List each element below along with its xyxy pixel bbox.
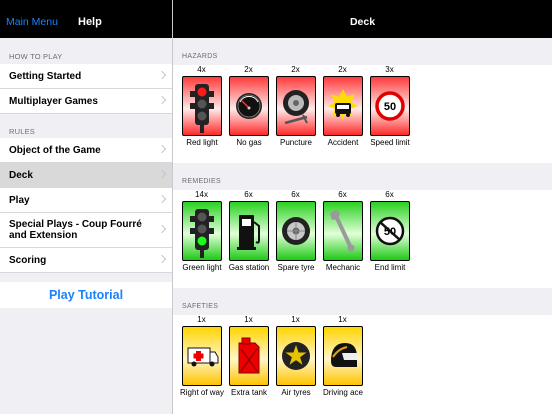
play-tutorial-button[interactable]: Play Tutorial [0, 282, 172, 308]
traffic-light-red-icon [182, 76, 222, 136]
card-name: Driving ace [322, 388, 363, 397]
card-green-light: 14x Green light [178, 190, 225, 288]
card-count: 6x [244, 190, 253, 199]
section-hazards: HAZARDS [173, 38, 552, 65]
chevron-right-icon [157, 95, 167, 105]
chevron-right-icon [157, 194, 167, 204]
card-count: 14x [195, 190, 208, 199]
punctured-tyre-icon [276, 76, 316, 136]
card-name: Speed limit [370, 138, 410, 147]
racing-helmet-icon [323, 326, 363, 386]
remedy-cards: 14x Green light 6x Gas station 6x Spare … [173, 190, 552, 288]
sidebar-title: Help [78, 16, 102, 28]
section-header-hazards: HAZARDS [182, 53, 218, 60]
sidebar-item-special-plays[interactable]: Special Plays - Coup Fourré and Extensio… [0, 213, 172, 248]
section-header-rules: RULES [9, 127, 36, 136]
safety-cards: 1x Right of way 1x Extra tank 1x Air tyr… [173, 315, 552, 413]
sidebar-item-label: Play [9, 194, 30, 206]
section-header-remedies: REMEDIES [182, 178, 221, 185]
sidebar-item-multiplayer-games[interactable]: Multiplayer Games [0, 89, 172, 114]
card-name: End limit [374, 263, 406, 272]
jerry-can-icon [229, 326, 269, 386]
wrench-icon [323, 201, 363, 261]
svg-text:50: 50 [384, 101, 396, 113]
card-count: 1x [338, 315, 347, 324]
card-driving-ace: 1x Driving ace [319, 315, 366, 413]
card-extra-tank: 1x Extra tank [225, 315, 272, 413]
fuel-gauge-empty-icon [229, 76, 269, 136]
card-count: 3x [385, 65, 394, 74]
card-count: 1x [291, 315, 300, 324]
sidebar-item-label: Multiplayer Games [9, 95, 98, 107]
traffic-light-green-icon [182, 201, 222, 261]
sidebar-item-object-of-the-game[interactable]: Object of the Game [0, 138, 172, 163]
sidebar-item-scoring[interactable]: Scoring [0, 248, 172, 273]
card-no-gas: 2x No gas [225, 65, 272, 163]
main-menu-button[interactable]: Main Menu [6, 0, 58, 38]
speed-limit-50-icon: 50 [370, 76, 410, 136]
sidebar-item-label: Special Plays - Coup Fourré and Extensio… [9, 219, 142, 241]
fuel-pump-icon [229, 201, 269, 261]
card-count: 2x [338, 65, 347, 74]
ambulance-icon [182, 326, 222, 386]
section-remedies: REMEDIES [173, 163, 552, 190]
hazard-cards: 4x Red light 2x No gas 2x Puncture 2x Ac… [173, 65, 552, 163]
card-count: 1x [197, 315, 206, 324]
section-safeties: SAFETIES [173, 288, 552, 315]
card-red-light: 4x Red light [178, 65, 225, 163]
star-tyre-icon [276, 326, 316, 386]
spare-tyre-icon [276, 201, 316, 261]
main-panel: Deck HAZARDS 4x Red light 2x No gas 2x P… [173, 0, 552, 414]
sidebar-item-deck[interactable]: Deck [0, 163, 172, 188]
car-crash-icon [323, 76, 363, 136]
card-puncture: 2x Puncture [272, 65, 319, 163]
chevron-right-icon [157, 254, 167, 264]
chevron-right-icon [157, 224, 167, 234]
card-end-limit: 6x 50 End limit [366, 190, 413, 288]
card-right-of-way: 1x Right of way [178, 315, 225, 413]
card-count: 2x [244, 65, 253, 74]
sidebar-item-getting-started[interactable]: Getting Started [0, 64, 172, 89]
card-count: 6x [291, 190, 300, 199]
card-count: 1x [244, 315, 253, 324]
card-air-tyres: 1x Air tyres [272, 315, 319, 413]
page-title: Deck [173, 0, 552, 38]
sidebar-item-label: Getting Started [9, 70, 82, 82]
chevron-right-icon [157, 70, 167, 80]
sidebar-nav-bar: Main Menu Help [0, 0, 172, 38]
sidebar: Main Menu Help HOW TO PLAY Getting Start… [0, 0, 173, 414]
card-accident: 2x Accident [319, 65, 366, 163]
sidebar-item-label: Deck [9, 169, 33, 181]
sidebar-item-play[interactable]: Play [0, 188, 172, 213]
card-spare-tyre: 6x Spare tyre [272, 190, 319, 288]
end-speed-limit-icon: 50 [370, 201, 410, 261]
sidebar-item-label: Object of the Game [9, 144, 101, 156]
section-header-safeties: SAFETIES [182, 303, 219, 310]
card-mechanic: 6x Mechanic [319, 190, 366, 288]
card-count: 2x [291, 65, 300, 74]
card-gas-station: 6x Gas station [225, 190, 272, 288]
sidebar-item-label: Scoring [9, 254, 47, 266]
card-count: 6x [385, 190, 394, 199]
chevron-right-icon [157, 144, 167, 154]
card-count: 6x [338, 190, 347, 199]
chevron-right-icon [157, 169, 167, 179]
section-header-how-to-play: HOW TO PLAY [9, 52, 63, 61]
card-count: 4x [197, 65, 206, 74]
card-speed-limit: 3x 50 Speed limit [366, 65, 413, 163]
